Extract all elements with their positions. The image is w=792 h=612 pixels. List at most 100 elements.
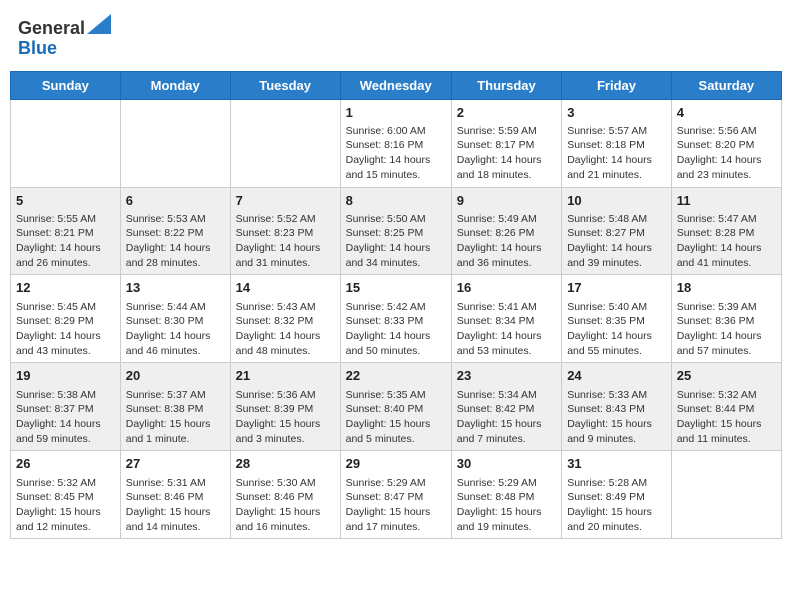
calendar-cell: 24 Sunrise: 5:33 AMSunset: 8:43 PMDayligh… (562, 363, 672, 451)
day-info: Sunrise: 5:42 AMSunset: 8:33 PMDaylight:… (346, 300, 446, 359)
calendar-cell: 16 Sunrise: 5:41 AMSunset: 8:34 PMDayligh… (451, 275, 561, 363)
day-number: 21 (236, 367, 335, 385)
day-info: Sunrise: 5:29 AMSunset: 8:48 PMDaylight:… (457, 476, 556, 535)
calendar-cell: 23Sunrise: 5:34 AMSunset: 8:42 PMDayligh… (451, 363, 561, 451)
calendar-week-row: 19Sunrise: 5:38 AMSunset: 8:37 PMDayligh… (11, 363, 782, 451)
calendar-cell (120, 99, 230, 187)
day-info: Sunrise: 5:33 AMSunset: 8:43 PMDaylight:… (567, 388, 666, 447)
day-number: 20 (126, 367, 225, 385)
calendar-cell: 13 Sunrise: 5:44 AMSunset: 8:30 PMDayligh… (120, 275, 230, 363)
calendar-cell: 15 Sunrise: 5:42 AMSunset: 8:33 PMDayligh… (340, 275, 451, 363)
day-info: Sunrise: 5:32 AMSunset: 8:45 PMDaylight:… (16, 476, 115, 535)
calendar-cell: 11 Sunrise: 5:47 AMSunset: 8:28 PMDayligh… (671, 187, 781, 275)
day-info: Sunrise: 5:36 AMSunset: 8:39 PMDaylight:… (236, 388, 335, 447)
day-info: Sunrise: 5:37 AMSunset: 8:38 PMDaylight:… (126, 388, 225, 447)
day-info: Sunrise: 5:32 AMSunset: 8:44 PMDaylight:… (677, 388, 776, 447)
calendar-cell: 27 Sunrise: 5:31 AMSunset: 8:46 PMDayligh… (120, 451, 230, 539)
day-number: 14 (236, 279, 335, 297)
day-info: Sunrise: 5:50 AMSunset: 8:25 PMDaylight:… (346, 212, 446, 271)
day-number: 1 (346, 104, 446, 122)
day-info: Sunrise: 5:52 AMSunset: 8:23 PMDaylight:… (236, 212, 335, 271)
day-info: Sunrise: 5:57 AMSunset: 8:18 PMDaylight:… (567, 124, 666, 183)
weekday-header: Sunday (11, 71, 121, 99)
day-number: 18 (677, 279, 776, 297)
day-number: 29 (346, 455, 446, 473)
weekday-header: Tuesday (230, 71, 340, 99)
calendar-cell: 3 Sunrise: 5:57 AMSunset: 8:18 PMDaylight… (562, 99, 672, 187)
calendar-header-row: SundayMondayTuesdayWednesdayThursdayFrid… (11, 71, 782, 99)
weekday-header: Friday (562, 71, 672, 99)
day-number: 16 (457, 279, 556, 297)
calendar-cell: 14 Sunrise: 5:43 AMSunset: 8:32 PMDayligh… (230, 275, 340, 363)
weekday-header: Saturday (671, 71, 781, 99)
calendar-cell: 2 Sunrise: 5:59 AMSunset: 8:17 PMDaylight… (451, 99, 561, 187)
day-info: Sunrise: 5:45 AMSunset: 8:29 PMDaylight:… (16, 300, 115, 359)
day-number: 8 (346, 192, 446, 210)
day-number: 30 (457, 455, 556, 473)
day-number: 26 (16, 455, 115, 473)
day-number: 10 (567, 192, 666, 210)
calendar-cell: 31 Sunrise: 5:28 AMSunset: 8:49 PMDayligh… (562, 451, 672, 539)
logo-general: General (18, 18, 85, 38)
day-info: Sunrise: 5:30 AMSunset: 8:46 PMDaylight:… (236, 476, 335, 535)
calendar-cell: 10Sunrise: 5:48 AMSunset: 8:27 PMDayligh… (562, 187, 672, 275)
calendar-cell (230, 99, 340, 187)
weekday-header: Wednesday (340, 71, 451, 99)
day-number: 9 (457, 192, 556, 210)
day-info: Sunrise: 5:28 AMSunset: 8:49 PMDaylight:… (567, 476, 666, 535)
calendar-cell: 7Sunrise: 5:52 AMSunset: 8:23 PMDaylight… (230, 187, 340, 275)
calendar-cell: 1Sunrise: 6:00 AMSunset: 8:16 PMDaylight… (340, 99, 451, 187)
calendar-cell: 6Sunrise: 5:53 AMSunset: 8:22 PMDaylight… (120, 187, 230, 275)
calendar-cell: 26 Sunrise: 5:32 AMSunset: 8:45 PMDayligh… (11, 451, 121, 539)
calendar-cell: 9Sunrise: 5:49 AMSunset: 8:26 PMDaylight… (451, 187, 561, 275)
day-number: 31 (567, 455, 666, 473)
day-number: 13 (126, 279, 225, 297)
day-number: 27 (126, 455, 225, 473)
calendar-cell (11, 99, 121, 187)
logo-icon (87, 14, 111, 34)
day-info: Sunrise: 5:29 AMSunset: 8:47 PMDaylight:… (346, 476, 446, 535)
calendar-cell: 22 Sunrise: 5:35 AMSunset: 8:40 PMDayligh… (340, 363, 451, 451)
logo-text: General Blue (18, 14, 111, 59)
day-info: Sunrise: 5:31 AMSunset: 8:46 PMDaylight:… (126, 476, 225, 535)
day-number: 17 (567, 279, 666, 297)
calendar-cell: 20 Sunrise: 5:37 AMSunset: 8:38 PMDayligh… (120, 363, 230, 451)
logo-blue: Blue (18, 38, 57, 58)
day-info: Sunrise: 5:41 AMSunset: 8:34 PMDaylight:… (457, 300, 556, 359)
calendar-cell: 29 Sunrise: 5:29 AMSunset: 8:47 PMDayligh… (340, 451, 451, 539)
day-number: 2 (457, 104, 556, 122)
calendar-week-row: 5Sunrise: 5:55 AMSunset: 8:21 PMDaylight… (11, 187, 782, 275)
day-number: 19 (16, 367, 115, 385)
calendar-week-row: 12Sunrise: 5:45 AMSunset: 8:29 PMDayligh… (11, 275, 782, 363)
weekday-header: Monday (120, 71, 230, 99)
weekday-header: Thursday (451, 71, 561, 99)
page-header: General Blue (10, 10, 782, 63)
calendar-cell (671, 451, 781, 539)
day-number: 23 (457, 367, 556, 385)
calendar-cell: 5Sunrise: 5:55 AMSunset: 8:21 PMDaylight… (11, 187, 121, 275)
logo: General Blue (18, 14, 111, 59)
calendar-cell: 17 Sunrise: 5:40 AMSunset: 8:35 PMDayligh… (562, 275, 672, 363)
calendar-week-row: 26 Sunrise: 5:32 AMSunset: 8:45 PMDayligh… (11, 451, 782, 539)
calendar-cell: 8 Sunrise: 5:50 AMSunset: 8:25 PMDaylight… (340, 187, 451, 275)
day-number: 28 (236, 455, 335, 473)
day-number: 22 (346, 367, 446, 385)
day-info: Sunrise: 5:59 AMSunset: 8:17 PMDaylight:… (457, 124, 556, 183)
calendar-cell: 30 Sunrise: 5:29 AMSunset: 8:48 PMDayligh… (451, 451, 561, 539)
day-number: 3 (567, 104, 666, 122)
day-info: Sunrise: 5:40 AMSunset: 8:35 PMDaylight:… (567, 300, 666, 359)
day-number: 24 (567, 367, 666, 385)
day-info: Sunrise: 5:43 AMSunset: 8:32 PMDaylight:… (236, 300, 335, 359)
day-number: 11 (677, 192, 776, 210)
day-info: Sunrise: 5:56 AMSunset: 8:20 PMDaylight:… (677, 124, 776, 183)
calendar-cell: 25 Sunrise: 5:32 AMSunset: 8:44 PMDayligh… (671, 363, 781, 451)
calendar-cell: 28 Sunrise: 5:30 AMSunset: 8:46 PMDayligh… (230, 451, 340, 539)
day-info: Sunrise: 5:47 AMSunset: 8:28 PMDaylight:… (677, 212, 776, 271)
day-number: 15 (346, 279, 446, 297)
day-info: Sunrise: 5:44 AMSunset: 8:30 PMDaylight:… (126, 300, 225, 359)
calendar-cell: 18Sunrise: 5:39 AMSunset: 8:36 PMDayligh… (671, 275, 781, 363)
day-number: 25 (677, 367, 776, 385)
day-info: Sunrise: 5:53 AMSunset: 8:22 PMDaylight:… (126, 212, 225, 271)
day-info: Sunrise: 5:35 AMSunset: 8:40 PMDaylight:… (346, 388, 446, 447)
day-number: 4 (677, 104, 776, 122)
